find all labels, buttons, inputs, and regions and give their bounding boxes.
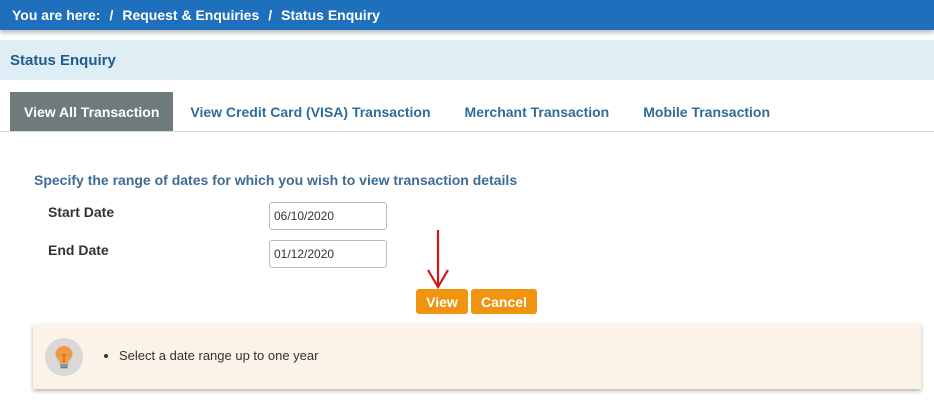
tab-view-all-transaction[interactable]: View All Transaction — [10, 92, 174, 131]
view-button[interactable]: View — [416, 289, 468, 314]
tip-item: Select a date range up to one year — [119, 348, 318, 363]
tip-list: Select a date range up to one year — [119, 348, 318, 363]
form-instructions: Specify the range of dates for which you… — [34, 172, 518, 188]
red-arrow-annotation — [427, 230, 449, 290]
transaction-tabs: View All Transaction View Credit Card (V… — [0, 92, 934, 132]
end-date-label: End Date — [48, 242, 109, 258]
start-date-input[interactable] — [269, 202, 387, 230]
tab-label: View All Transaction — [24, 103, 160, 120]
breadcrumb-separator: / — [268, 7, 273, 23]
breadcrumb-current: Status Enquiry — [281, 7, 380, 23]
start-date-label: Start Date — [48, 204, 115, 220]
lightbulb-icon — [55, 346, 73, 369]
breadcrumb-link-request-enquiries[interactable]: Request & Enquiries — [122, 7, 259, 23]
breadcrumb-prefix: You are here: — [12, 7, 101, 23]
cancel-button[interactable]: Cancel — [471, 289, 537, 314]
tip-icon-container — [45, 338, 83, 376]
tab-mobile-transaction[interactable]: Mobile Transaction — [626, 92, 787, 131]
breadcrumb: You are here: / Request & Enquiries / St… — [0, 0, 934, 30]
page-title: Status Enquiry — [10, 51, 116, 69]
tab-label: View Credit Card (VISA) Transaction — [190, 103, 431, 120]
tab-label: Mobile Transaction — [643, 103, 771, 120]
tab-merchant-transaction[interactable]: Merchant Transaction — [448, 92, 627, 131]
tab-view-credit-card-transaction[interactable]: View Credit Card (VISA) Transaction — [173, 92, 447, 131]
end-date-input[interactable] — [269, 240, 387, 268]
section-header: Status Enquiry — [0, 40, 934, 80]
tab-label: Merchant Transaction — [464, 103, 610, 120]
breadcrumb-separator: / — [109, 7, 114, 23]
tip-box: Select a date range up to one year — [33, 324, 921, 389]
